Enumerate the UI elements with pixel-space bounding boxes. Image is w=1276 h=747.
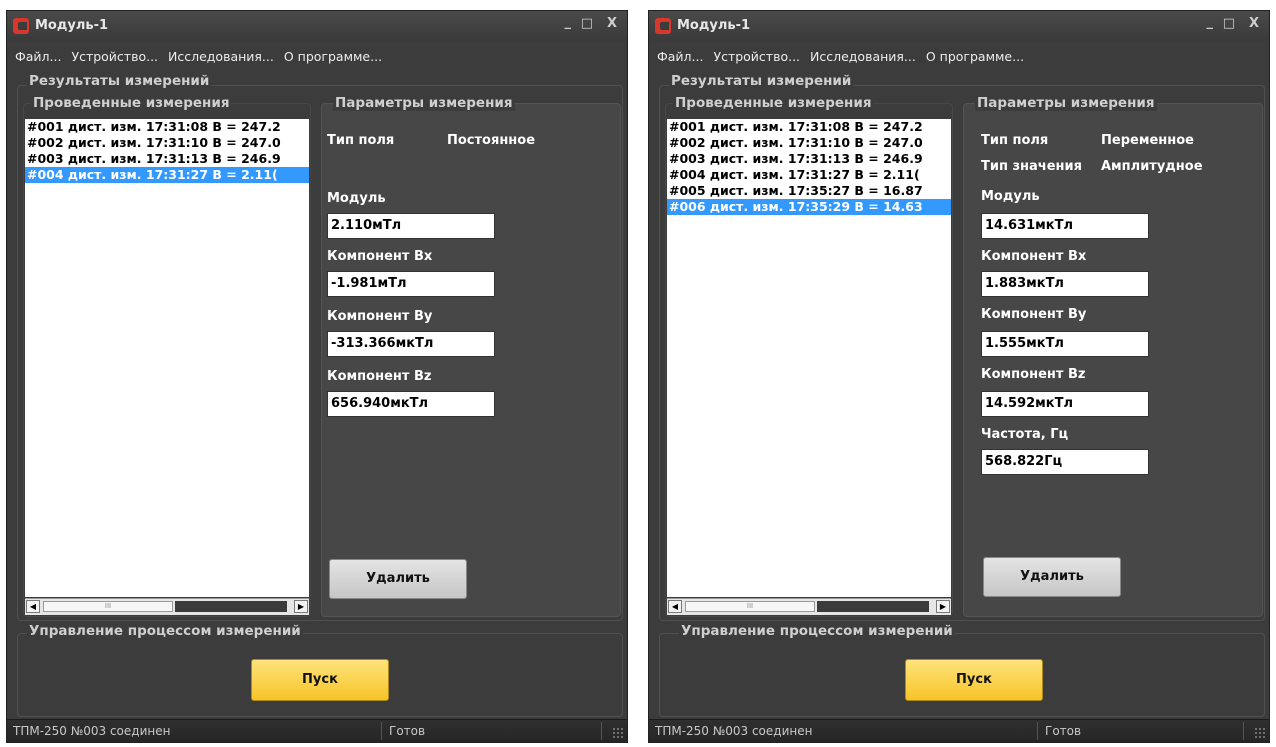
results-group-label: Результаты измерений [669, 73, 854, 89]
list-item[interactable]: #001 дист. изм. 17:31:08 В = 247.2 [667, 119, 951, 135]
app-logo-icon [655, 18, 671, 34]
menu-file[interactable]: Файл... [15, 49, 61, 64]
control-group-label: Управление процессом измерений [679, 623, 955, 639]
status-bar: ТПМ-250 №003 соединен Готов [7, 719, 627, 742]
resize-grip-icon[interactable] [612, 727, 624, 739]
menu-about[interactable]: О программе... [926, 49, 1024, 64]
minimize-icon[interactable]: _ [565, 15, 572, 30]
window-left: Модуль-1 _ □ X Файл... Устройство... Исс… [6, 10, 628, 743]
delete-button[interactable]: Удалить [983, 557, 1121, 597]
connection-status: ТПМ-250 №003 соединен [13, 724, 171, 738]
list-item[interactable]: #002 дист. изм. 17:31:10 В = 247.0 [25, 135, 309, 151]
measurements-group-label: Проведенные измерения [31, 95, 232, 111]
scroll-left-icon[interactable]: ◀ [26, 600, 40, 613]
list-item-selected[interactable]: #006 дист. изм. 17:35:29 В = 14.63 [667, 199, 951, 215]
list-item[interactable]: #004 дист. изм. 17:31:27 В = 2.11( [667, 167, 951, 183]
menu-device[interactable]: Устройство... [71, 49, 158, 64]
bx-field[interactable]: 1.883мкТл [981, 271, 1149, 297]
list-item[interactable]: #002 дист. изм. 17:31:10 В = 247.0 [667, 135, 951, 151]
by-label: Компонент By [981, 307, 1087, 322]
minimize-icon[interactable]: _ [1207, 15, 1214, 30]
maximize-icon[interactable]: □ [1223, 16, 1235, 31]
measurements-list[interactable]: #001 дист. изм. 17:31:08 В = 247.2 #002 … [667, 119, 951, 597]
status-bar: ТПМ-250 №003 соединен Готов [649, 719, 1269, 742]
bz-label: Компонент Bz [327, 369, 432, 384]
window-title: Модуль-1 [35, 18, 109, 33]
by-label: Компонент By [327, 309, 433, 324]
value-type-value: Амплитудное [1101, 159, 1203, 174]
list-item[interactable]: #003 дист. изм. 17:31:13 В = 246.9 [667, 151, 951, 167]
field-type-label: Тип поля [327, 133, 395, 148]
title-bar[interactable]: Модуль-1 _ □ X [7, 11, 627, 41]
results-group-label: Результаты измерений [27, 73, 212, 89]
start-button[interactable]: Пуск [251, 659, 389, 701]
parameters-group [963, 103, 1263, 617]
control-group-label: Управление процессом измерений [27, 623, 303, 639]
bx-label: Компонент Bx [981, 249, 1087, 264]
scroll-thumb[interactable]: III [43, 601, 173, 612]
delete-button[interactable]: Удалить [329, 559, 467, 599]
menu-research[interactable]: Исследования... [168, 49, 274, 64]
measurements-group-label: Проведенные измерения [673, 95, 874, 111]
scroll-left-icon[interactable]: ◀ [668, 600, 682, 613]
start-button[interactable]: Пуск [905, 659, 1043, 701]
menu-research[interactable]: Исследования... [810, 49, 916, 64]
list-item-selected[interactable]: #004 дист. изм. 17:31:27 В = 2.11( [25, 167, 309, 183]
window-right: Модуль-1 _ □ X Файл... Устройство... Исс… [648, 10, 1270, 743]
ready-status: Готов [389, 724, 426, 738]
list-item[interactable]: #005 дист. изм. 17:35:27 В = 16.87 [667, 183, 951, 199]
bz-label: Компонент Bz [981, 367, 1086, 382]
field-type-value: Постоянное [447, 133, 536, 148]
app-logo-icon [13, 18, 29, 34]
horizontal-scrollbar[interactable]: ◀ III ▶ [25, 598, 309, 615]
menu-file[interactable]: Файл... [657, 49, 703, 64]
module-label: Модуль [981, 189, 1040, 204]
title-bar[interactable]: Модуль-1 _ □ X [649, 11, 1269, 41]
maximize-icon[interactable]: □ [581, 16, 593, 31]
field-type-label: Тип поля [981, 133, 1049, 148]
by-field[interactable]: 1.555мкТл [981, 331, 1149, 357]
status-divider [1037, 722, 1038, 740]
scroll-thumb[interactable]: III [685, 601, 815, 612]
parameters-group-label: Параметры измерения [333, 95, 515, 111]
bx-field[interactable]: -1.981мТл [327, 271, 495, 297]
resize-grip-icon[interactable] [1254, 727, 1266, 739]
menu-bar: Файл... Устройство... Исследования... О … [657, 49, 1030, 64]
module-field[interactable]: 2.110мТл [327, 213, 495, 239]
parameters-group-label: Параметры измерения [975, 95, 1157, 111]
value-type-label: Тип значения [981, 159, 1082, 174]
bx-label: Компонент Bx [327, 249, 433, 264]
module-field[interactable]: 14.631мкТл [981, 213, 1149, 239]
parameters-group [321, 103, 621, 617]
close-icon[interactable]: X [607, 16, 617, 31]
measurements-list[interactable]: #001 дист. изм. 17:31:08 В = 247.2 #002 … [25, 119, 309, 597]
scroll-right-icon[interactable]: ▶ [294, 600, 308, 613]
status-divider [601, 722, 602, 740]
connection-status: ТПМ-250 №003 соединен [655, 724, 813, 738]
bz-field[interactable]: 656.940мкТл [327, 391, 495, 417]
list-item[interactable]: #001 дист. изм. 17:31:08 В = 247.2 [25, 119, 309, 135]
close-icon[interactable]: X [1249, 16, 1259, 31]
list-item[interactable]: #003 дист. изм. 17:31:13 В = 246.9 [25, 151, 309, 167]
ready-status: Готов [1045, 724, 1082, 738]
field-type-value: Переменное [1101, 133, 1194, 148]
menu-device[interactable]: Устройство... [713, 49, 800, 64]
menu-about[interactable]: О программе... [284, 49, 382, 64]
scroll-track[interactable] [817, 601, 929, 612]
by-field[interactable]: -313.366мкТл [327, 331, 495, 357]
frequency-label: Частота, Гц [981, 427, 1069, 442]
menu-bar: Файл... Устройство... Исследования... О … [15, 49, 388, 64]
frequency-field[interactable]: 568.822Гц [981, 449, 1149, 475]
window-title: Модуль-1 [677, 18, 751, 33]
bz-field[interactable]: 14.592мкТл [981, 391, 1149, 417]
status-divider [1243, 722, 1244, 740]
horizontal-scrollbar[interactable]: ◀ III ▶ [667, 598, 951, 615]
module-label: Модуль [327, 191, 386, 206]
scroll-track[interactable] [175, 601, 287, 612]
status-divider [381, 722, 382, 740]
scroll-right-icon[interactable]: ▶ [936, 600, 950, 613]
